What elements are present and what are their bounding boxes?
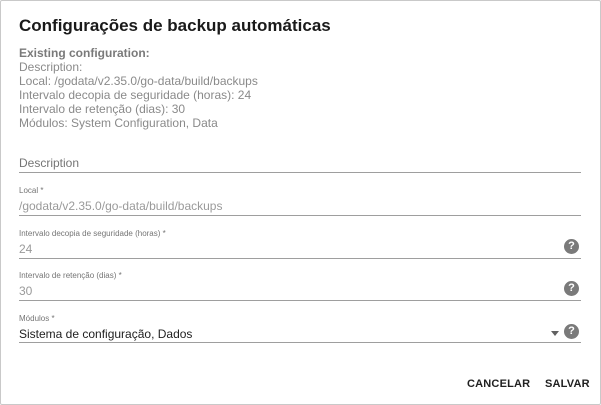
help-icon[interactable]: ? bbox=[564, 281, 579, 296]
help-icon[interactable]: ? bbox=[564, 324, 579, 339]
modules-select[interactable]: Módulos * Sistema de configuração, Dados… bbox=[19, 312, 581, 343]
local-value[interactable]: /godata/v2.35.0/go-data/build/backups bbox=[19, 199, 222, 213]
retention-field[interactable]: Intervalo de retenção (dias) * 30 ? bbox=[19, 269, 581, 301]
backup-settings-dialog: Configurações de backup automáticas Exis… bbox=[0, 0, 601, 405]
backup-interval-label: Intervalo decopia de seguridade (horas) … bbox=[19, 229, 166, 238]
dialog-title: Configurações de backup automáticas bbox=[19, 16, 331, 35]
retention-label: Intervalo de retenção (dias) * bbox=[19, 271, 122, 280]
chevron-down-icon[interactable] bbox=[551, 331, 559, 336]
backup-interval-field[interactable]: Intervalo decopia de seguridade (horas) … bbox=[19, 227, 581, 259]
save-button[interactable]: SALVAR bbox=[545, 378, 590, 390]
existing-local: Local: /godata/v2.35.0/go-data/build/bac… bbox=[19, 74, 258, 88]
cancel-button[interactable]: CANCELAR bbox=[467, 378, 530, 390]
local-label: Local * bbox=[19, 186, 44, 195]
existing-description: Description: bbox=[19, 60, 83, 74]
description-field[interactable]: Description bbox=[19, 153, 581, 173]
modules-value[interactable]: Sistema de configuração, Dados bbox=[19, 327, 192, 341]
help-icon[interactable]: ? bbox=[564, 239, 579, 254]
existing-configuration: Existing configuration: Description: Loc… bbox=[19, 46, 258, 130]
backup-interval-value[interactable]: 24 bbox=[19, 242, 32, 256]
local-field[interactable]: Local * /godata/v2.35.0/go-data/build/ba… bbox=[19, 184, 581, 216]
retention-value[interactable]: 30 bbox=[19, 284, 32, 298]
existing-backup-interval: Intervalo decopia de seguridade (horas):… bbox=[19, 88, 252, 102]
existing-modules: Módulos: System Configuration, Data bbox=[19, 116, 218, 130]
description-placeholder: Description bbox=[19, 156, 80, 170]
existing-retention: Intervalo de retenção (dias): 30 bbox=[19, 102, 186, 116]
existing-configuration-heading: Existing configuration: bbox=[19, 46, 150, 60]
modules-label: Módulos * bbox=[19, 314, 55, 323]
